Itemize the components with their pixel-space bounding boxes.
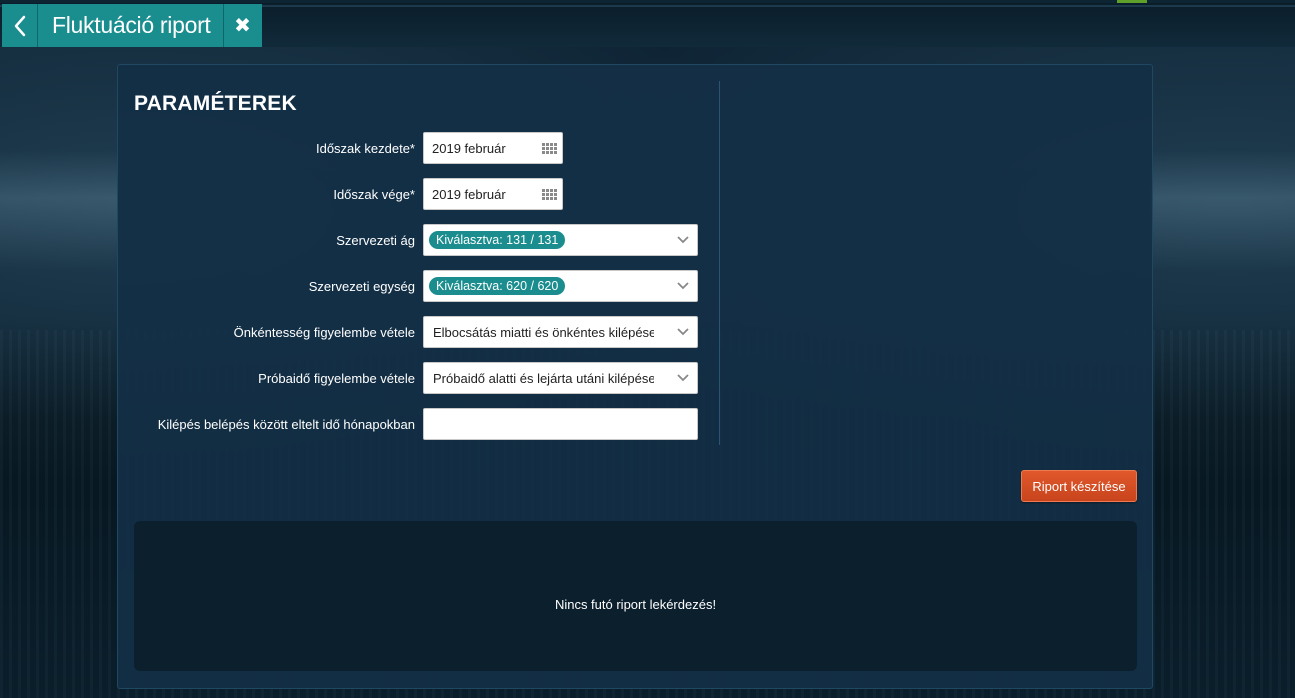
parameters-panel: PARAMÉTEREK Időszak kezdete* 2019 februá…	[117, 64, 1153, 689]
close-tab-button[interactable]: ✖	[224, 4, 262, 47]
voluntariness-value: Elbocsátás miatti és önkéntes kilépése	[433, 324, 654, 340]
org-branch-label: Szervezeti ág	[336, 232, 415, 248]
close-icon: ✖	[234, 15, 251, 37]
report-status-box: Nincs futó riport lekérdezés!	[134, 521, 1137, 671]
chevron-down-icon	[677, 236, 689, 244]
org-branch-selection-chip[interactable]: Kiválasztva: 131 / 131	[429, 231, 566, 249]
period-end-value: 2019 február	[432, 186, 506, 202]
chevron-left-icon	[14, 15, 25, 36]
months-between-input[interactable]	[423, 408, 698, 440]
period-start-input[interactable]: 2019 február	[423, 132, 563, 164]
tab-bar: Fluktuáció riport ✖	[2, 4, 262, 47]
chevron-down-icon	[677, 328, 689, 336]
background-bridge-right	[1150, 150, 1295, 270]
section-title: PARAMÉTEREK	[134, 92, 297, 115]
voluntariness-label: Önkéntesség figyelembe vétele	[233, 324, 415, 340]
voluntariness-select[interactable]: Elbocsátás miatti és önkéntes kilépése	[423, 316, 698, 348]
org-unit-label: Szervezeti egység	[308, 278, 415, 294]
probation-label: Próbaidő figyelembe vétele	[258, 370, 415, 386]
period-start-row: Időszak kezdete* 2019 február	[134, 132, 563, 164]
org-unit-row: Szervezeti egység Kiválasztva: 620 / 620	[134, 270, 698, 302]
org-branch-select[interactable]: Kiválasztva: 131 / 131	[423, 224, 698, 256]
probation-select[interactable]: Próbaidő alatti és lejárta utáni kilépés…	[423, 362, 698, 394]
tab-title[interactable]: Fluktuáció riport	[38, 4, 224, 47]
months-between-label: Kilépés belépés között eltelt idő hónapo…	[157, 416, 415, 432]
chevron-down-icon	[677, 282, 689, 290]
probation-row: Próbaidő figyelembe vétele Próbaidő alat…	[134, 362, 698, 394]
back-button[interactable]	[2, 4, 38, 47]
background-bridge-left	[0, 150, 118, 270]
status-message: Nincs futó riport lekérdezés!	[554, 596, 717, 612]
probation-value: Próbaidő alatti és lejárta utáni kilépés…	[433, 370, 654, 386]
org-unit-select[interactable]: Kiválasztva: 620 / 620	[423, 270, 698, 302]
create-report-button[interactable]: Riport készítése	[1021, 470, 1137, 502]
period-end-input[interactable]: 2019 február	[423, 178, 563, 210]
top-status-indicator	[1117, 0, 1147, 3]
period-end-row: Időszak vége* 2019 február	[134, 178, 563, 210]
org-unit-selection-chip[interactable]: Kiválasztva: 620 / 620	[429, 277, 566, 295]
voluntariness-row: Önkéntesség figyelembe vétele Elbocsátás…	[134, 316, 698, 348]
period-end-label: Időszak vége*	[333, 186, 415, 202]
chevron-down-icon	[677, 374, 689, 382]
months-between-row: Kilépés belépés között eltelt idő hónapo…	[134, 408, 698, 440]
period-start-value: 2019 február	[432, 140, 506, 156]
calendar-grid-icon[interactable]	[542, 189, 557, 200]
period-start-label: Időszak kezdete*	[315, 140, 415, 156]
calendar-grid-icon[interactable]	[542, 143, 557, 154]
vertical-divider	[719, 81, 720, 445]
org-branch-row: Szervezeti ág Kiválasztva: 131 / 131	[134, 224, 698, 256]
